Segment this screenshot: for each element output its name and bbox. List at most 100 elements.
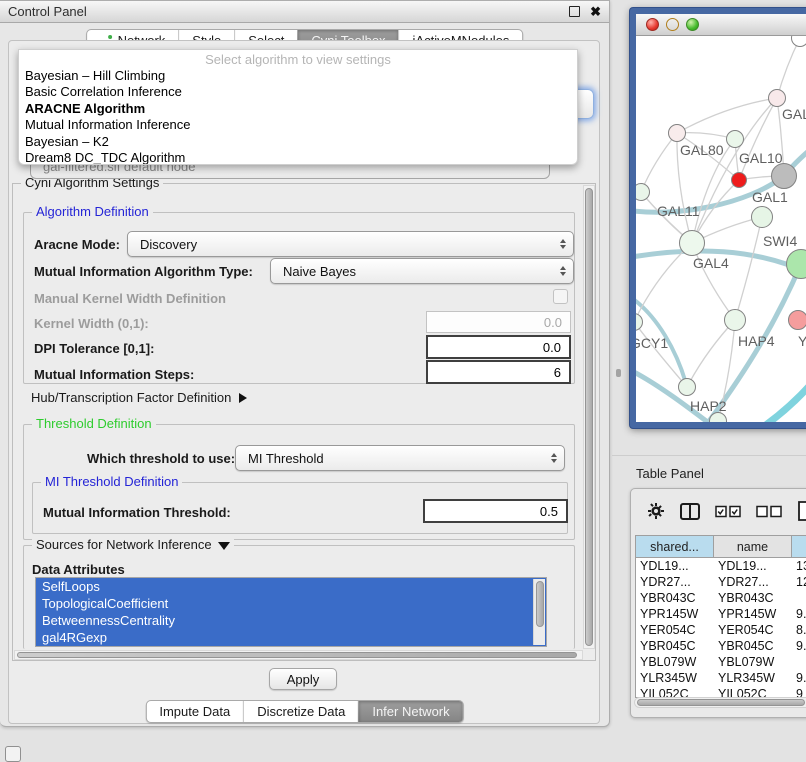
data-attributes-list[interactable]: SelfLoopsTopologicalCoefficientBetweenne… bbox=[35, 577, 547, 647]
table-cell[interactable]: 9. bbox=[792, 671, 806, 685]
algorithm-option[interactable]: Dream8 DC_TDC Algorithm bbox=[19, 150, 577, 165]
network-node[interactable] bbox=[678, 378, 696, 396]
mi-algorithm-type-combobox[interactable]: Naive Bayes bbox=[270, 258, 574, 284]
attribute-item[interactable]: BetweennessCentrality bbox=[36, 612, 546, 629]
sources-group-title: Sources for Network Inference bbox=[32, 537, 234, 552]
table-column-header[interactable]: shared... bbox=[636, 536, 714, 558]
table-cell[interactable]: YLR345W bbox=[714, 671, 792, 685]
zoom-traffic-light-icon[interactable] bbox=[686, 18, 699, 31]
bottom-tab-infer-network[interactable]: Infer Network bbox=[358, 701, 462, 722]
select-all-columns-button[interactable] bbox=[715, 505, 741, 518]
table-cell[interactable]: YBR045C bbox=[714, 639, 792, 653]
table-cell[interactable]: YIL052C bbox=[714, 687, 792, 697]
export-table-button[interactable] bbox=[797, 501, 806, 521]
network-node[interactable] bbox=[668, 124, 686, 142]
network-view-window[interactable]: GALGAL80GAL10GAL1GAL11SWI4GAL4GCY1HAP4YH… bbox=[630, 8, 806, 428]
manual-kernel-width-checkbox[interactable] bbox=[553, 289, 568, 304]
table-cell[interactable]: YPR145W bbox=[714, 607, 792, 621]
bottom-tab-impute-data[interactable]: Impute Data bbox=[146, 701, 243, 722]
network-node[interactable] bbox=[679, 230, 705, 256]
network-node[interactable] bbox=[726, 130, 744, 148]
apply-button[interactable]: Apply bbox=[269, 668, 337, 690]
table-cell[interactable]: YBL079W bbox=[636, 655, 714, 669]
table-cell[interactable]: YER054C bbox=[714, 623, 792, 637]
deselect-all-columns-button[interactable] bbox=[756, 505, 782, 518]
attributes-scrollbar-thumb[interactable] bbox=[536, 581, 544, 627]
table-settings-button[interactable] bbox=[647, 502, 665, 520]
table-cell[interactable]: YBR045C bbox=[636, 639, 714, 653]
table-cell[interactable]: YBR043C bbox=[636, 591, 714, 605]
minimized-panel-icon[interactable] bbox=[5, 746, 21, 762]
settings-horizontal-scrollbar[interactable] bbox=[14, 650, 583, 660]
attribute-item[interactable]: gal4RGexp bbox=[36, 629, 546, 646]
network-node[interactable] bbox=[771, 163, 797, 189]
hub-transcription-expander[interactable]: Hub/Transcription Factor Definition bbox=[31, 390, 247, 405]
table-cell[interactable]: 13 bbox=[792, 559, 806, 573]
aracne-mode-combobox[interactable]: Discovery bbox=[127, 231, 574, 257]
table-cell[interactable]: 9. bbox=[792, 639, 806, 653]
table-cell[interactable]: YDR27... bbox=[636, 575, 714, 589]
dpi-tolerance-field[interactable]: 0.0 bbox=[426, 335, 571, 359]
table-row[interactable]: YDR27...YDR27...12 bbox=[636, 574, 806, 590]
table-cell[interactable]: YIL052C bbox=[636, 687, 714, 697]
table-cell[interactable]: YDL19... bbox=[714, 559, 792, 573]
mi-threshold-definition-title: MI Threshold Definition bbox=[41, 474, 182, 489]
settings-vertical-scrollbar[interactable] bbox=[583, 185, 595, 649]
settings-horizontal-scrollbar-thumb[interactable] bbox=[17, 652, 577, 658]
algorithm-option[interactable]: Bayesian – K2 bbox=[19, 134, 577, 150]
table-horizontal-scrollbar[interactable] bbox=[634, 697, 806, 708]
table-cell[interactable]: YBL079W bbox=[714, 655, 792, 669]
kernel-width-field[interactable]: 0.0 bbox=[426, 311, 571, 333]
attributes-scrollbar[interactable] bbox=[533, 579, 545, 645]
table-row[interactable]: YPR145WYPR145W9. bbox=[636, 606, 806, 622]
close-traffic-light-icon[interactable] bbox=[646, 18, 659, 31]
network-canvas[interactable]: GALGAL80GAL10GAL1GAL11SWI4GAL4GCY1HAP4YH… bbox=[636, 36, 806, 422]
algorithm-definition-title: Algorithm Definition bbox=[32, 204, 153, 219]
mi-steps-field[interactable]: 6 bbox=[426, 360, 571, 384]
attribute-item[interactable]: SelfLoops bbox=[36, 578, 546, 595]
table-row[interactable]: YBL079WYBL079W bbox=[636, 654, 806, 670]
table-cell[interactable]: 8. bbox=[792, 623, 806, 637]
which-threshold-combobox[interactable]: MI Threshold bbox=[235, 445, 565, 471]
algorithm-option[interactable]: Basic Correlation Inference bbox=[19, 84, 577, 100]
split-columns-button[interactable] bbox=[680, 503, 700, 520]
network-node[interactable] bbox=[768, 89, 786, 107]
minimize-traffic-light-icon[interactable] bbox=[666, 18, 679, 31]
mi-threshold-field[interactable]: 0.5 bbox=[423, 499, 568, 523]
table-cell[interactable]: YDL19... bbox=[636, 559, 714, 573]
attribute-item[interactable]: TopologicalCoefficient bbox=[36, 595, 546, 612]
table-row[interactable]: YBR045CYBR045C9. bbox=[636, 638, 806, 654]
stepper-arrows-icon bbox=[560, 239, 566, 249]
table-cell[interactable]: 12 bbox=[792, 575, 806, 589]
table-row[interactable]: YDL19...YDL19...13 bbox=[636, 558, 806, 574]
table-column-header[interactable]: A bbox=[792, 536, 806, 558]
panel-splitter-handle[interactable] bbox=[616, 369, 621, 377]
network-node[interactable] bbox=[731, 172, 747, 188]
algorithm-option[interactable]: Bayesian – Hill Climbing bbox=[19, 68, 577, 84]
table-cell[interactable]: YDR27... bbox=[714, 575, 792, 589]
close-icon[interactable]: ✖ bbox=[590, 7, 601, 16]
network-node[interactable] bbox=[788, 310, 806, 330]
table-row[interactable]: YER054CYER054C8. bbox=[636, 622, 806, 638]
algorithm-option[interactable]: Mutual Information Inference bbox=[19, 117, 577, 133]
table-cell[interactable]: YLR345W bbox=[636, 671, 714, 685]
table-row[interactable]: YBR043CYBR043C bbox=[636, 590, 806, 606]
table-horizontal-scrollbar-thumb[interactable] bbox=[637, 699, 805, 706]
control-panel-titlebar[interactable]: Control Panel ✖ bbox=[0, 1, 609, 23]
table-row[interactable]: YIL052CYIL052C9 bbox=[636, 686, 806, 697]
bottom-tab-discretize-data[interactable]: Discretize Data bbox=[243, 701, 358, 722]
table-column-header[interactable]: name bbox=[714, 536, 792, 558]
kernel-width-value: 0.0 bbox=[544, 315, 562, 330]
table-cell[interactable]: YBR043C bbox=[714, 591, 792, 605]
network-node[interactable] bbox=[724, 309, 746, 331]
table-cell[interactable]: 9 bbox=[792, 687, 806, 697]
algorithm-option[interactable]: ARACNE Algorithm bbox=[19, 101, 577, 117]
network-window-titlebar[interactable] bbox=[636, 14, 806, 36]
network-node[interactable] bbox=[751, 206, 773, 228]
table-cell[interactable]: YER054C bbox=[636, 623, 714, 637]
table-cell[interactable]: 9. bbox=[792, 607, 806, 621]
settings-vertical-scrollbar-thumb[interactable] bbox=[585, 188, 593, 646]
float-window-icon[interactable] bbox=[569, 6, 580, 17]
table-row[interactable]: YLR345WYLR345W9. bbox=[636, 670, 806, 686]
table-cell[interactable]: YPR145W bbox=[636, 607, 714, 621]
